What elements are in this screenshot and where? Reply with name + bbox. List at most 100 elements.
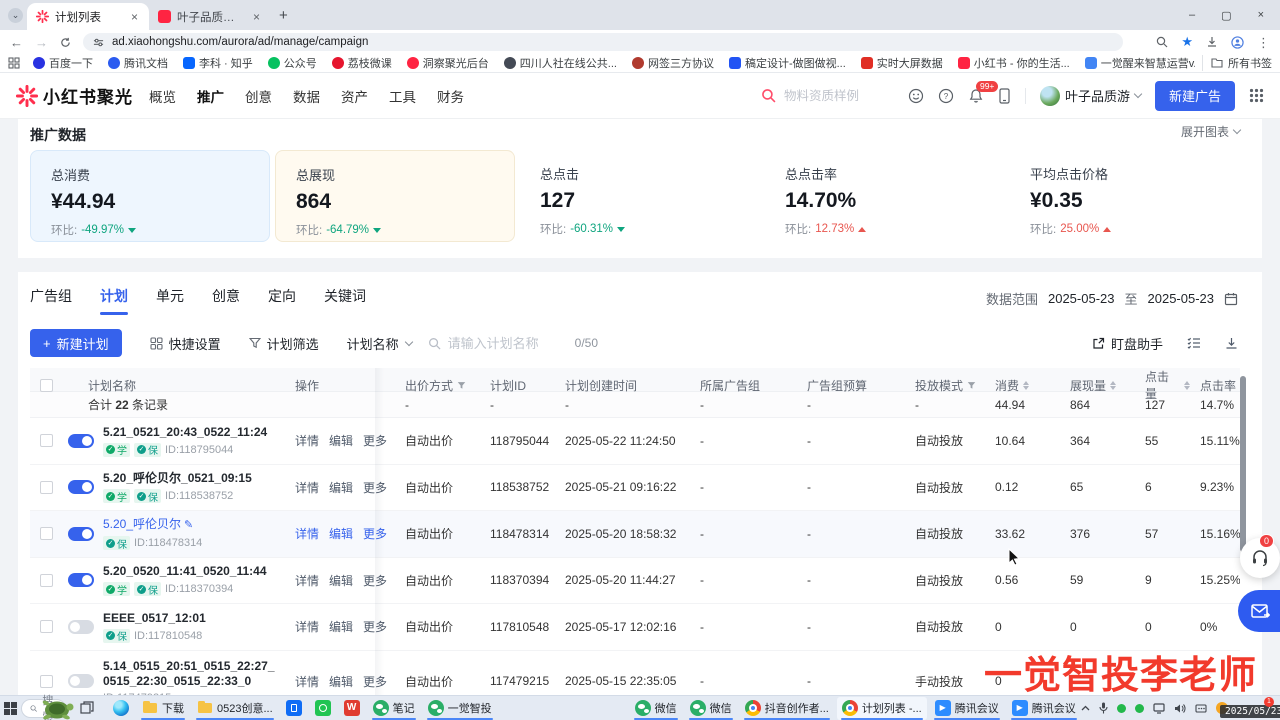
bookmark-item[interactable]: 实时大屏数据 [861, 55, 943, 71]
plan-toggle[interactable] [68, 620, 94, 634]
tab-search-icon[interactable]: ⌄ [8, 8, 23, 23]
back-icon[interactable]: ← [10, 36, 23, 49]
support-float-button[interactable]: 0 [1240, 538, 1280, 578]
bookmark-item[interactable]: 百度一下 [33, 55, 93, 71]
bookmark-item[interactable]: 腾讯文档 [108, 55, 168, 71]
date-from[interactable]: 2025-05-23 [1048, 291, 1115, 306]
column-header-2[interactable]: 出价方式 [395, 377, 480, 394]
entity-tab-5[interactable]: 关键词 [324, 286, 366, 315]
stat-card[interactable]: 总消费¥44.94环比:-49.97% [30, 150, 270, 242]
bell-icon[interactable]: 99+ [968, 88, 984, 104]
filter-funnel-icon[interactable] [457, 381, 466, 390]
reload-icon[interactable] [60, 37, 71, 48]
pen-input-icon[interactable] [1195, 703, 1207, 714]
tray-expand-icon[interactable] [1081, 705, 1090, 711]
monitor-assistant-link[interactable]: 盯盘助手 [1092, 334, 1163, 353]
row-checkbox[interactable] [40, 481, 53, 494]
column-header-8[interactable]: 消费 [985, 377, 1060, 394]
taskbar-item-edge[interactable] [108, 697, 134, 720]
app-logo[interactable]: 小红书聚光 [16, 83, 133, 108]
sort-icon[interactable] [1110, 381, 1116, 390]
plan-filter-button[interactable]: 计划筛选 [249, 334, 319, 353]
plan-name[interactable]: 5.14_0515_20:51_0515_22:27_0515_22:30_05… [103, 659, 275, 689]
action-2[interactable]: 更多 [363, 525, 387, 542]
action-0[interactable]: 详情 [295, 525, 319, 542]
date-to[interactable]: 2025-05-23 [1148, 291, 1215, 306]
volume-icon[interactable] [1174, 703, 1186, 714]
row-checkbox[interactable] [40, 574, 53, 587]
maximize-button[interactable]: ▢ [1221, 9, 1231, 22]
microphone-icon[interactable] [1099, 702, 1108, 714]
wechat-tray-icon[interactable] [1117, 704, 1126, 713]
plan-name[interactable]: 5.20_呼伦贝尔✎ [103, 517, 202, 533]
plan-name[interactable]: 5.20_0520_11:41_0520_11:44 [103, 564, 267, 579]
nav-item-5[interactable]: 工具 [389, 86, 416, 106]
close-window-button[interactable]: × [1258, 9, 1264, 21]
action-1[interactable]: 编辑 [329, 618, 353, 635]
taskbar-item-wechat[interactable]: 微信 [630, 697, 682, 720]
plan-name[interactable]: 5.20_呼伦贝尔_0521_09:15 [103, 471, 252, 486]
action-1[interactable]: 编辑 [329, 525, 353, 542]
action-2[interactable]: 更多 [363, 432, 387, 449]
profile-icon[interactable] [1231, 36, 1244, 49]
downloads-icon[interactable] [1206, 36, 1218, 48]
action-2[interactable]: 更多 [363, 479, 387, 496]
new-plan-button[interactable]: + 新建计划 [30, 329, 122, 357]
column-header-7[interactable]: 投放模式 [905, 377, 985, 394]
browser-tab[interactable]: 计划列表× [27, 3, 149, 30]
tune-icon[interactable] [93, 37, 104, 48]
bookmark-item[interactable]: 公众号 [268, 55, 317, 71]
entity-tab-2[interactable]: 单元 [156, 286, 184, 315]
nav-item-1[interactable]: 推广 [197, 86, 224, 106]
column-settings-icon[interactable] [1187, 337, 1201, 349]
action-0[interactable]: 详情 [295, 432, 319, 449]
taskbar-item-wps[interactable]: W [339, 697, 365, 720]
app-grid-icon[interactable] [1249, 88, 1264, 103]
nav-item-3[interactable]: 数据 [293, 86, 320, 106]
bookmark-star-icon[interactable]: ★ [1181, 34, 1193, 50]
action-2[interactable]: 更多 [363, 572, 387, 589]
entity-tab-3[interactable]: 创意 [212, 286, 240, 315]
bookmark-item[interactable]: 荔枝微课 [332, 55, 392, 71]
action-1[interactable]: 编辑 [329, 572, 353, 589]
bookmark-item[interactable]: 一觉醒来智慧运营v... [1085, 55, 1195, 71]
zoom-icon[interactable] [1156, 36, 1168, 48]
search-field-select[interactable]: 计划名称 [347, 334, 412, 353]
action-2[interactable]: 更多 [363, 673, 387, 690]
action-1[interactable]: 编辑 [329, 479, 353, 496]
row-checkbox[interactable] [40, 620, 53, 633]
entity-tab-0[interactable]: 广告组 [30, 286, 72, 315]
taskbar-item-green[interactable] [310, 697, 336, 720]
help-icon[interactable]: ? [938, 88, 954, 104]
header-checkbox[interactable] [40, 379, 53, 392]
feedback-float-button[interactable] [1238, 590, 1280, 632]
account-menu[interactable]: 叶子品质游 [1040, 86, 1141, 106]
header-search[interactable] [761, 88, 894, 103]
sort-icon[interactable] [1023, 381, 1029, 390]
vertical-scrollbar[interactable] [1240, 376, 1246, 552]
taskbar-item-meeting[interactable]: ▶腾讯会议 [1007, 697, 1081, 720]
start-button[interactable] [4, 697, 17, 720]
bookmark-item[interactable]: 洞察聚光后台 [407, 55, 489, 71]
plan-search-input[interactable] [448, 336, 568, 351]
plan-toggle[interactable] [68, 674, 94, 688]
browser-tab[interactable]: 叶子品质游 - 小红书搜索× [149, 3, 271, 30]
stat-card[interactable]: 总展现864环比:-64.79% [275, 150, 515, 242]
quick-settings-button[interactable]: 快捷设置 [150, 334, 221, 353]
filter-funnel-icon[interactable] [967, 381, 976, 390]
plan-toggle[interactable] [68, 527, 94, 541]
bookmark-item[interactable]: 小红书 - 你的生活... [958, 55, 1070, 71]
calendar-icon[interactable] [1224, 292, 1238, 306]
stat-card[interactable]: 总点击127环比:-60.31% [520, 150, 760, 242]
mobile-icon[interactable] [998, 88, 1011, 104]
stat-card[interactable]: 总点击率14.70%环比:12.73% [765, 150, 1005, 242]
header-search-input[interactable] [784, 89, 894, 103]
bookmark-item[interactable]: 稿定设计-做图做视... [729, 55, 846, 71]
all-bookmarks[interactable]: 所有书签 [1202, 55, 1272, 71]
row-checkbox[interactable] [40, 675, 53, 688]
display-icon[interactable] [1153, 703, 1165, 714]
row-checkbox[interactable] [40, 527, 53, 540]
row-checkbox[interactable] [40, 434, 53, 447]
task-view-icon[interactable] [80, 701, 94, 715]
entity-tab-4[interactable]: 定向 [268, 286, 296, 315]
